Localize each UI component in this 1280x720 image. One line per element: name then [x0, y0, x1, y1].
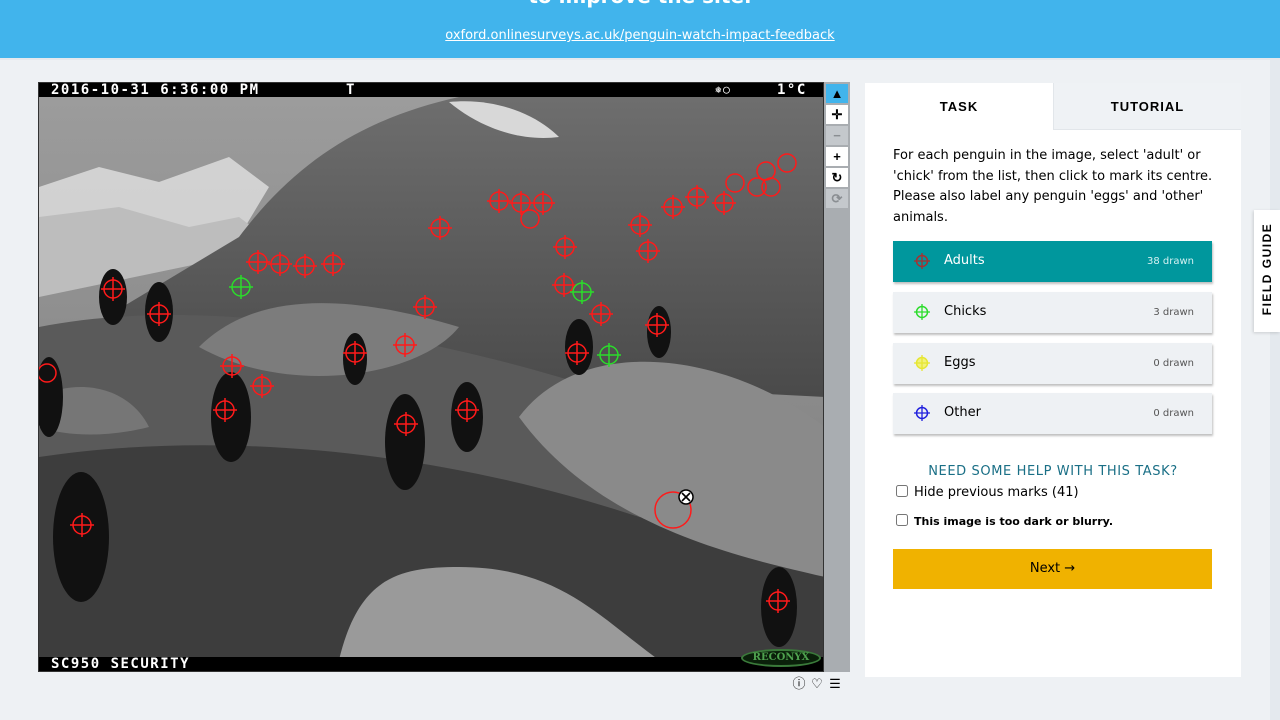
hide-marks-label: Hide previous marks (41) [914, 485, 1079, 500]
feedback-link[interactable]: oxford.onlinesurveys.ac.uk/penguin-watch… [0, 28, 1280, 43]
camera-model: SC950 SECURITY [51, 656, 191, 672]
crosshair-icon [914, 405, 930, 421]
choice-label: Other [944, 405, 981, 420]
move-tool-icon[interactable]: ✛ [826, 105, 848, 124]
choice-count: 38 drawn [1146, 256, 1194, 267]
choice-label: Eggs [944, 355, 976, 370]
camera-flag: T [346, 82, 356, 98]
tab-task[interactable]: TASK [865, 83, 1053, 130]
zoom-out-icon[interactable]: − [826, 126, 848, 145]
camera-model-bar: SC950 SECURITY [39, 656, 823, 672]
crosshair-icon [914, 355, 930, 371]
subject-meta-icons: ⓘ ♡ ☰ [790, 673, 844, 692]
field-guide-label: FIELD GUIDE [1260, 222, 1274, 316]
choice-count: 0 drawn [1153, 358, 1194, 369]
choice-eggs[interactable]: Eggs 0 drawn [893, 343, 1212, 384]
choice-other[interactable]: Other 0 drawn [893, 393, 1212, 434]
field-guide-tab[interactable]: FIELD GUIDE [1254, 210, 1280, 332]
top-banner: to improve the site. oxford.onlinesurvey… [0, 0, 1280, 60]
choice-chicks[interactable]: Chicks 3 drawn [893, 292, 1212, 333]
moon-phase-icon: ❅◯ [715, 83, 732, 96]
choice-count: 0 drawn [1153, 408, 1194, 419]
favorite-icon[interactable]: ♡ [808, 676, 826, 692]
crosshair-icon [914, 253, 930, 269]
choice-adults[interactable]: Adults 38 drawn [893, 241, 1212, 282]
camera-temperature: 1°C [777, 82, 807, 98]
choice-label: Chicks [944, 304, 987, 319]
pointer-tool-icon[interactable]: ▲ [826, 84, 848, 103]
zoom-in-icon[interactable]: + [826, 147, 848, 166]
subject-viewer[interactable]: 2016-10-31 6:36:00 PM T ❅◯ 1°C SC950 SEC… [38, 82, 824, 672]
page-edge [1270, 60, 1280, 720]
choice-count: 3 drawn [1153, 307, 1194, 318]
crosshair-icon [914, 304, 930, 320]
info-icon[interactable]: ⓘ [790, 673, 808, 692]
collections-icon[interactable]: ☰ [826, 676, 844, 692]
banner-title: to improve the site. [0, 0, 1280, 8]
penguin-photo[interactable] [39, 97, 824, 660]
help-link[interactable]: NEED SOME HELP WITH THIS TASK? [865, 464, 1241, 479]
too-dark-checkbox[interactable] [896, 514, 908, 526]
task-instructions: For each penguin in the image, select 'a… [893, 148, 1213, 225]
delete-mark-icon [678, 489, 694, 505]
reconyx-logo: RECONYX [741, 649, 821, 667]
image-toolbar: ▲ ✛ − + ↻ ⟳ [824, 82, 850, 672]
camera-date: 2016-10-31 6:36:00 PM [51, 82, 260, 98]
reset-icon[interactable]: ⟳ [826, 189, 848, 208]
hide-marks-checkbox[interactable] [896, 485, 908, 497]
choice-label: Adults [944, 253, 985, 268]
task-tabs: TASK TUTORIAL [865, 83, 1241, 130]
camera-info-bar: 2016-10-31 6:36:00 PM T ❅◯ 1°C [39, 82, 823, 98]
next-button[interactable]: Next → [893, 549, 1212, 589]
rotate-icon[interactable]: ↻ [826, 168, 848, 187]
hide-marks-row[interactable]: Hide previous marks (41) [896, 485, 1079, 500]
tab-tutorial[interactable]: TUTORIAL [1053, 83, 1241, 130]
task-panel: TASK TUTORIAL For each penguin in the im… [865, 83, 1241, 677]
too-dark-row[interactable]: This image is too dark or blurry. [896, 514, 1113, 528]
too-dark-label: This image is too dark or blurry. [914, 515, 1113, 528]
